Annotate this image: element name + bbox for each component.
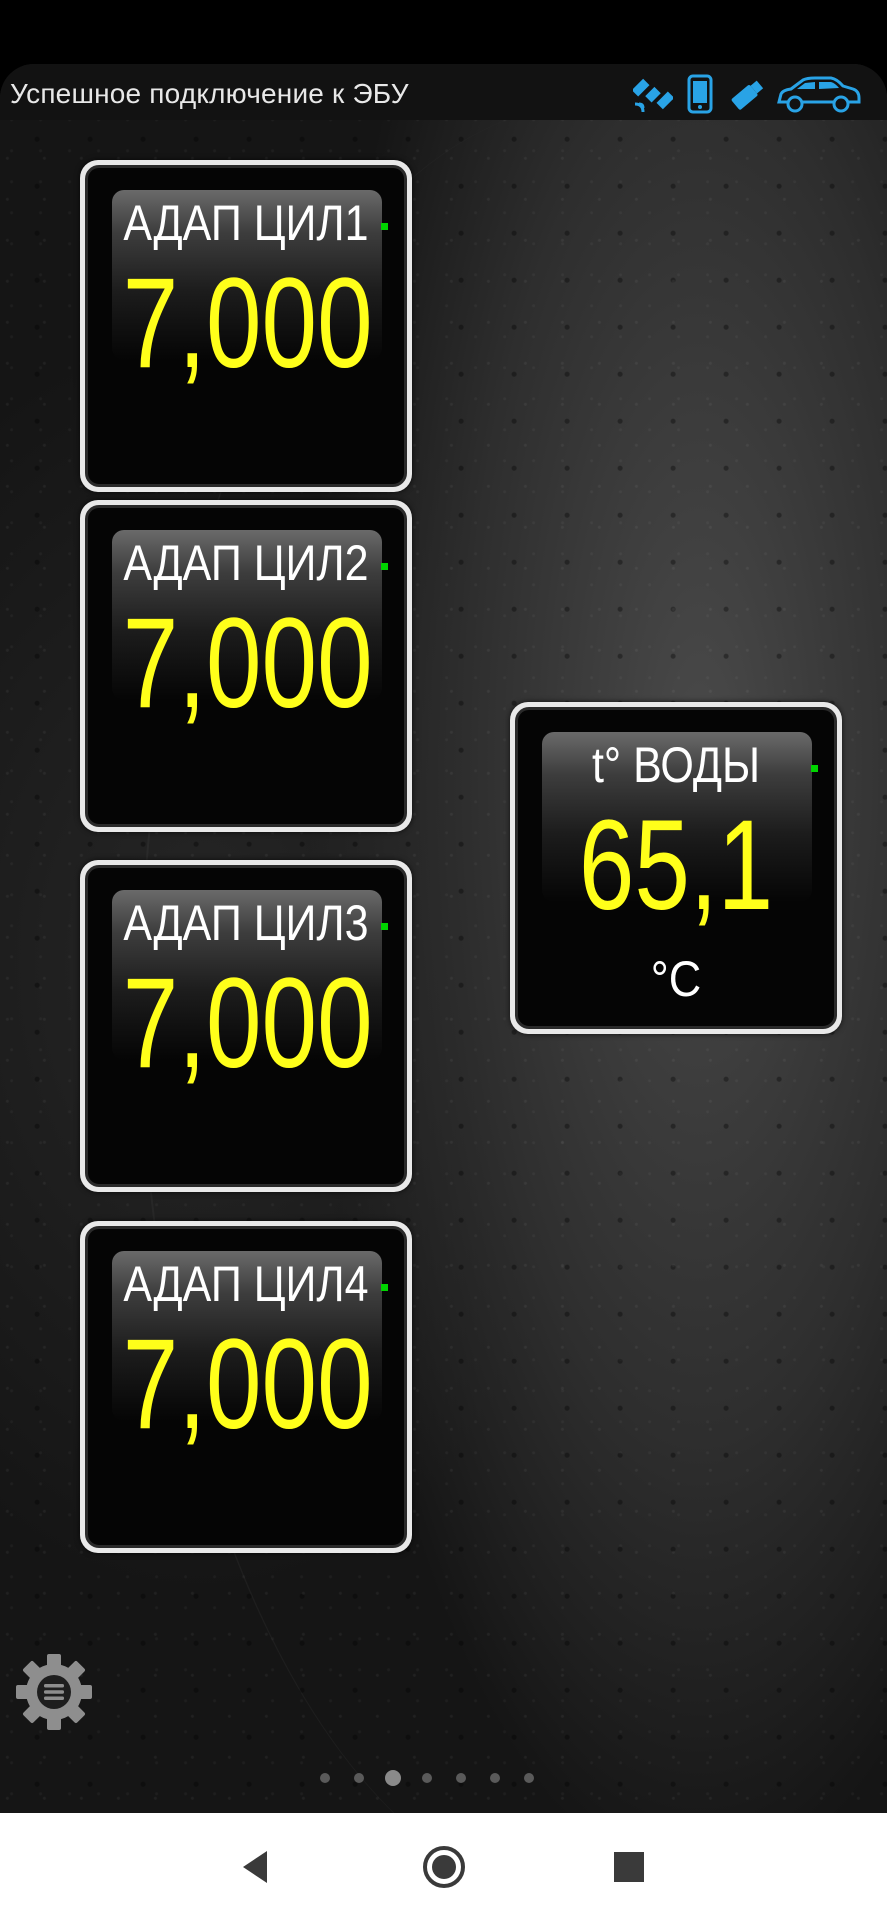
- gauge-face: АДАП ЦИЛ1 7,000: [85, 165, 407, 487]
- page-dot[interactable]: [524, 1773, 534, 1783]
- gauge-value: 7,000: [122, 1313, 373, 1456]
- page-indicator: [0, 1767, 887, 1789]
- satellite-icon[interactable]: [633, 74, 673, 114]
- gauge-face: АДАП ЦИЛ2 7,000: [85, 505, 407, 827]
- gauge-tile-water-temp[interactable]: t° ВОДЫ 65,1 °C: [510, 702, 842, 1034]
- gauge-face: АДАП ЦИЛ4 7,000: [85, 1226, 407, 1548]
- gauge-value: 7,000: [122, 952, 373, 1095]
- page-dot[interactable]: [354, 1773, 364, 1783]
- page-dot[interactable]: [490, 1773, 500, 1783]
- gauge-label: АДАП ЦИЛ3: [123, 895, 369, 951]
- gauge-tile-cyl4[interactable]: АДАП ЦИЛ4 7,000: [80, 1221, 412, 1553]
- home-icon[interactable]: [420, 1843, 468, 1891]
- page-dot[interactable]: [456, 1773, 466, 1783]
- gauge-status-indicator: [381, 923, 388, 930]
- gauge-label: АДАП ЦИЛ4: [123, 1256, 369, 1312]
- car-icon[interactable]: [775, 74, 861, 114]
- gauge-face: АДАП ЦИЛ3 7,000: [85, 865, 407, 1187]
- connection-icons: [633, 74, 861, 114]
- app-screen: Успешное подключение к ЭБУ АДАП ЦИЛ1 7,0…: [0, 64, 887, 1813]
- connection-bar: Успешное подключение к ЭБУ: [0, 64, 887, 120]
- page-dot[interactable]: [320, 1773, 330, 1783]
- gauge-tile-cyl1[interactable]: АДАП ЦИЛ1 7,000: [80, 160, 412, 492]
- gauge-value: 7,000: [122, 252, 373, 395]
- gauge-tile-cyl2[interactable]: АДАП ЦИЛ2 7,000: [80, 500, 412, 832]
- phone-icon[interactable]: [687, 74, 713, 114]
- gauge-face: t° ВОДЫ 65,1 °C: [515, 707, 837, 1029]
- gauge-label: АДАП ЦИЛ1: [123, 195, 369, 251]
- gauge-status-indicator: [381, 223, 388, 230]
- gauge-label: t° ВОДЫ: [591, 737, 761, 793]
- gauge-status-indicator: [381, 563, 388, 570]
- page-dot[interactable]: [385, 1770, 401, 1786]
- gauge-status-indicator: [381, 1284, 388, 1291]
- connection-status-text: Успешное подключение к ЭБУ: [10, 78, 409, 109]
- gauge-tile-cyl3[interactable]: АДАП ЦИЛ3 7,000: [80, 860, 412, 1192]
- system-navigation-bar: [0, 1813, 887, 1920]
- gauge-label: АДАП ЦИЛ2: [123, 535, 369, 591]
- page-dot[interactable]: [422, 1773, 432, 1783]
- usb-adapter-icon[interactable]: [727, 74, 767, 114]
- gauge-value: 65,1: [578, 794, 774, 937]
- gauge-status-indicator: [811, 765, 818, 772]
- gauge-value: 7,000: [122, 592, 373, 735]
- status-bar-area: [0, 0, 887, 64]
- gauge-unit: °C: [650, 951, 702, 1007]
- recents-icon[interactable]: [605, 1843, 653, 1891]
- settings-gear-icon[interactable]: [14, 1652, 94, 1732]
- back-icon[interactable]: [233, 1843, 281, 1891]
